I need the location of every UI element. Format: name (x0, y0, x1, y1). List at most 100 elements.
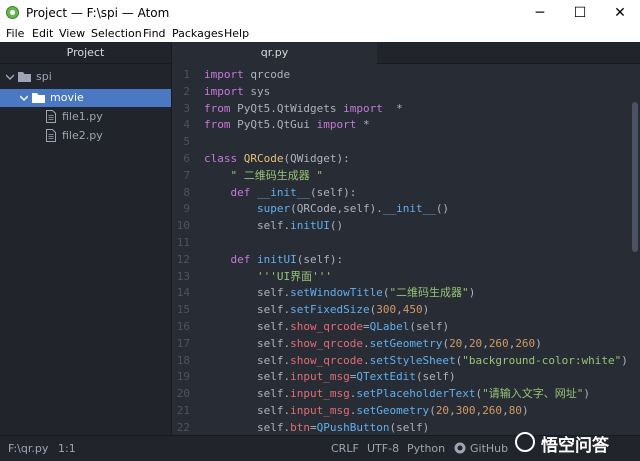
editor-pane[interactable]: qr.py 1 import qrcode 2 import sys 3 from PyQ… (172, 42, 640, 435)
code-token: self. (204, 404, 291, 417)
line-number: 10 (176, 219, 190, 233)
menu-selection[interactable]: Selection (91, 27, 142, 40)
code-line[interactable]: 10 self.initUI() (172, 217, 640, 234)
watermark: 悟空问答 (515, 428, 633, 458)
code-line[interactable]: 21 self.input_msg.setGeometry(20,300,260… (172, 402, 640, 419)
code-line[interactable]: 19 self.input_msg=QTextEdit(self) (172, 368, 640, 385)
status-github[interactable]: GitHub (470, 442, 508, 455)
editor-scrollbar[interactable] (632, 102, 638, 252)
code-token: '''UI界面''' (204, 269, 332, 283)
code-token: setFixedSize (290, 303, 370, 317)
code-line[interactable]: 7 " 二维码生成器 " (172, 167, 640, 184)
code-line[interactable]: 14 self.setWindowTitle("二维码生成器") (172, 284, 640, 301)
code-token: self. (204, 219, 291, 233)
code-line[interactable]: 5 (172, 133, 640, 150)
maximize-button[interactable]: ☐ (560, 0, 600, 26)
menu-help[interactable]: Help (224, 27, 249, 40)
code-token: ) (621, 353, 628, 367)
menu-edit[interactable]: Edit (32, 27, 53, 40)
code-text: def __init__(self): (204, 184, 357, 201)
code-line[interactable]: 2 import sys (172, 83, 640, 100)
code-text: self.show_qrcode=QLabel(self) (204, 318, 449, 335)
code-token: input_msg (290, 387, 350, 401)
code-area[interactable]: 1 import qrcode 2 import sys 3 from PyQt5.QtW… (172, 64, 640, 435)
menu-view[interactable]: View (59, 27, 85, 40)
code-line[interactable]: 18 self.show_qrcode.setStyleSheet("backg… (172, 352, 640, 369)
code-text: self.btn=QPushButton(self) (204, 419, 429, 436)
code-token: (self) (389, 420, 430, 434)
code-line[interactable]: 1 import qrcode (172, 66, 640, 83)
code-token: (self) (415, 370, 456, 384)
status-encoding[interactable]: UTF-8 (367, 442, 399, 455)
code-token: sys (243, 84, 271, 98)
code-line[interactable]: 16 self.show_qrcode=QLabel(self) (172, 318, 640, 335)
code-token: show_qrcode (290, 353, 363, 367)
code-line[interactable]: 9 super(QRCode,self).__init__() (172, 200, 640, 217)
code-text: from PyQt5.QtGui import * (204, 116, 370, 133)
code-token: * (382, 101, 403, 115)
tree-item-label: file2.py (62, 129, 103, 142)
code-line[interactable]: 3 from PyQt5.QtWidgets import * (172, 100, 640, 117)
code-line[interactable]: 8 def __init__(self): (172, 184, 640, 201)
line-number: 5 (183, 135, 190, 149)
code-token: 300 (376, 303, 397, 317)
atom-logo-icon (6, 6, 19, 19)
status-cursor-position[interactable]: 1:1 (58, 442, 76, 455)
line-number: 15 (176, 303, 190, 317)
code-token: self. (204, 320, 291, 333)
line-number: 7 (183, 168, 190, 182)
status-line-ending[interactable]: CRLF (331, 442, 359, 455)
code-token: input_msg (290, 404, 350, 417)
code-token: qrcode (243, 68, 291, 81)
code-token: self. (204, 286, 291, 300)
code-token: def (230, 185, 251, 199)
tree-item-file2[interactable]: file2.py (0, 127, 171, 145)
code-line[interactable]: 6 class QRCode(QWidget): (172, 150, 640, 167)
code-token: self. (204, 336, 291, 350)
status-file-path[interactable]: F:\qr.py (8, 442, 48, 455)
tab-qr-py[interactable]: qr.py (172, 42, 377, 64)
menu-packages[interactable]: Packages (172, 27, 223, 40)
tree-item-movie[interactable]: movie (0, 89, 171, 107)
window-title: Project — F:\spi — Atom (26, 6, 170, 20)
minimize-button[interactable]: ─ (520, 0, 560, 26)
code-text: '''UI界面''' (204, 268, 332, 285)
code-text: self.input_msg.setGeometry(20,300,260,80… (204, 402, 529, 419)
code-text: self.input_msg=QTextEdit(self) (204, 368, 456, 385)
code-line[interactable]: 20 self.input_msg.setPlaceholderText("请输… (172, 385, 640, 402)
code-line[interactable]: 13 '''UI界面''' (172, 268, 640, 285)
code-token: self. (204, 420, 291, 434)
code-token: , (396, 303, 403, 317)
code-token: QTextEdit (356, 370, 416, 384)
code-token: 20 (449, 336, 463, 350)
code-token: setPlaceholderText (356, 387, 476, 401)
code-line[interactable]: 15 self.setFixedSize(300,450) (172, 301, 640, 318)
menu-file[interactable]: File (6, 27, 24, 40)
code-token: "请输入文字、网址" (482, 387, 584, 401)
code-token: class (204, 152, 238, 165)
code-line[interactable]: 17 self.show_qrcode.setGeometry(20,20,26… (172, 335, 640, 352)
code-line[interactable]: 11 (172, 234, 640, 251)
title-bar: Project — F:\spi — Atom ─ ☐ ✕ (0, 0, 640, 26)
code-token: PyQt5.QtGui (230, 118, 317, 132)
close-button[interactable]: ✕ (600, 0, 640, 26)
code-text: self.show_qrcode.setGeometry(20,20,260,2… (204, 335, 542, 352)
code-token: () (435, 202, 450, 216)
status-grammar[interactable]: Python (407, 442, 445, 455)
code-line[interactable]: 4 from PyQt5.QtGui import * (172, 116, 640, 133)
chevron-down-icon (20, 95, 28, 102)
menu-find[interactable]: Find (143, 27, 166, 40)
tree-header: Project (0, 42, 171, 64)
code-token: = (362, 320, 370, 333)
code-line[interactable]: 12 def initUI(self): (172, 251, 640, 268)
code-token: * (356, 118, 370, 132)
tree-item-label: movie (50, 91, 84, 104)
code-token: import (343, 101, 383, 115)
line-number: 22 (176, 420, 190, 434)
tree-item-file1[interactable]: file1.py (0, 108, 171, 126)
code-text: " 二维码生成器 " (204, 167, 323, 184)
tree-item-spi[interactable]: spi (0, 68, 171, 86)
code-token: , (502, 404, 509, 417)
